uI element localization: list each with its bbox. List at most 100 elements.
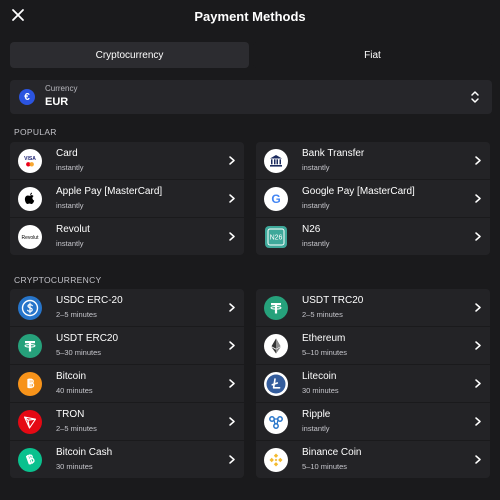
item-speed: instantly [56,163,84,172]
google-icon: G [264,187,288,211]
item-speed: 2–5 minutes [56,424,97,433]
chevron-right-icon [229,379,235,388]
bank-icon [264,149,288,173]
item-name: Binance Coin [302,447,362,458]
usdt-icon [18,334,42,358]
list-item-ripple[interactable]: Ripple instantly [256,403,490,441]
item-speed: instantly [302,239,330,248]
ethereum-icon [264,334,288,358]
item-name: TRON [56,409,85,420]
list-item-apple-pay[interactable]: Apple Pay [MasterCard] instantly [10,180,244,218]
item-name: Bank Transfer [302,148,365,159]
usdc-icon [18,296,42,320]
item-speed: instantly [302,424,330,433]
item-speed: 5–10 minutes [302,462,348,471]
list-item-tron[interactable]: TRON 2–5 minutes [10,403,244,441]
bitcoin-cash-icon [18,448,42,472]
n26-icon: N26 [265,226,287,248]
page-title: Payment Methods [194,9,306,24]
chevron-up-down-icon[interactable] [470,89,480,105]
binance-icon [264,448,288,472]
euro-icon: € [19,89,35,105]
item-name: Ripple [302,409,331,420]
ripple-icon [264,410,288,434]
popular-list-right: Bank Transfer instantly G Google Pay [Ma… [256,142,490,255]
usdt-icon [264,296,288,320]
item-speed: instantly [56,201,84,210]
list-item-bitcoin[interactable]: Bitcoin 40 minutes [10,365,244,403]
chevron-right-icon [475,341,481,350]
revolut-icon: Revolut [18,225,42,249]
item-speed: 2–5 minutes [56,310,97,319]
item-name: N26 [302,224,321,235]
item-speed: instantly [302,163,330,172]
item-name: Revolut [56,224,90,235]
currency-label: Currency [45,84,78,93]
crypto-list-left: USDC ERC-20 2–5 minutes USDT ERC20 5–30 … [10,289,244,478]
chevron-right-icon [475,232,481,241]
item-name: USDT TRC20 [302,295,364,306]
item-speed: 40 minutes [56,386,93,395]
list-item-binance-coin[interactable]: Binance Coin 5–10 minutes [256,441,490,478]
item-speed: 2–5 minutes [302,310,343,319]
item-speed: instantly [56,239,84,248]
chevron-right-icon [229,156,235,165]
list-item-google-pay[interactable]: G Google Pay [MasterCard] instantly [256,180,490,218]
list-item-revolut[interactable]: Revolut Revolut instantly [10,218,244,255]
chevron-right-icon [229,303,235,312]
chevron-right-icon [475,417,481,426]
visa-mastercard-icon: VISA [18,149,42,173]
tab-cryptocurrency[interactable]: Cryptocurrency [10,42,249,68]
chevron-right-icon [475,156,481,165]
list-item-n26[interactable]: N26 N26 instantly [256,218,490,255]
list-item-usdt-erc20[interactable]: USDT ERC20 5–30 minutes [10,327,244,365]
crypto-list-right: USDT TRC20 2–5 minutes Ethereum 5–10 min… [256,289,490,478]
item-name: Bitcoin Cash [56,447,113,458]
item-name: Apple Pay [MasterCard] [56,186,163,197]
currency-value: EUR [45,96,69,108]
chevron-right-icon [229,417,235,426]
item-name: Bitcoin [56,371,87,382]
chevron-right-icon [475,194,481,203]
item-speed: instantly [302,201,330,210]
tab-bar: Cryptocurrency Fiat [10,42,492,68]
item-name: Ethereum [302,333,346,344]
item-name: USDT ERC20 [56,333,119,344]
top-bar: Payment Methods [0,0,500,34]
list-item-usdc-erc20[interactable]: USDC ERC-20 2–5 minutes [10,289,244,327]
tab-fiat[interactable]: Fiat [253,42,492,68]
item-speed: 30 minutes [302,386,339,395]
n26-text: N26 [270,235,283,242]
chevron-right-icon [475,379,481,388]
chevron-right-icon [229,194,235,203]
popular-list-left: VISA Card instantly Apple Pay [MasterCar… [10,142,244,255]
currency-selector[interactable]: € Currency EUR [10,80,492,114]
chevron-right-icon [229,455,235,464]
revolut-text: Revolut [22,235,40,241]
list-item-bank-transfer[interactable]: Bank Transfer instantly [256,142,490,180]
section-label-cryptocurrency: CRYPTOCURRENCY [14,275,102,285]
visa-text: VISA [24,156,36,162]
tron-icon [18,410,42,434]
litecoin-icon [264,372,288,396]
list-item-card[interactable]: VISA Card instantly [10,142,244,180]
apple-icon [18,187,42,211]
chevron-right-icon [229,232,235,241]
google-text: G [271,192,280,206]
item-name: Card [56,148,78,159]
item-name: USDC ERC-20 [56,295,123,306]
list-item-litecoin[interactable]: Litecoin 30 minutes [256,365,490,403]
list-item-usdt-trc20[interactable]: USDT TRC20 2–5 minutes [256,289,490,327]
list-item-ethereum[interactable]: Ethereum 5–10 minutes [256,327,490,365]
bitcoin-icon [18,372,42,396]
chevron-right-icon [475,455,481,464]
payment-methods-screen: Payment Methods Cryptocurrency Fiat € Cu… [0,0,500,500]
item-speed: 30 minutes [56,462,93,471]
item-speed: 5–10 minutes [302,348,348,357]
section-label-popular: POPULAR [14,127,57,137]
chevron-right-icon [475,303,481,312]
item-speed: 5–30 minutes [56,348,102,357]
chevron-right-icon [229,341,235,350]
list-item-bitcoin-cash[interactable]: Bitcoin Cash 30 minutes [10,441,244,478]
item-name: Litecoin [302,371,337,382]
